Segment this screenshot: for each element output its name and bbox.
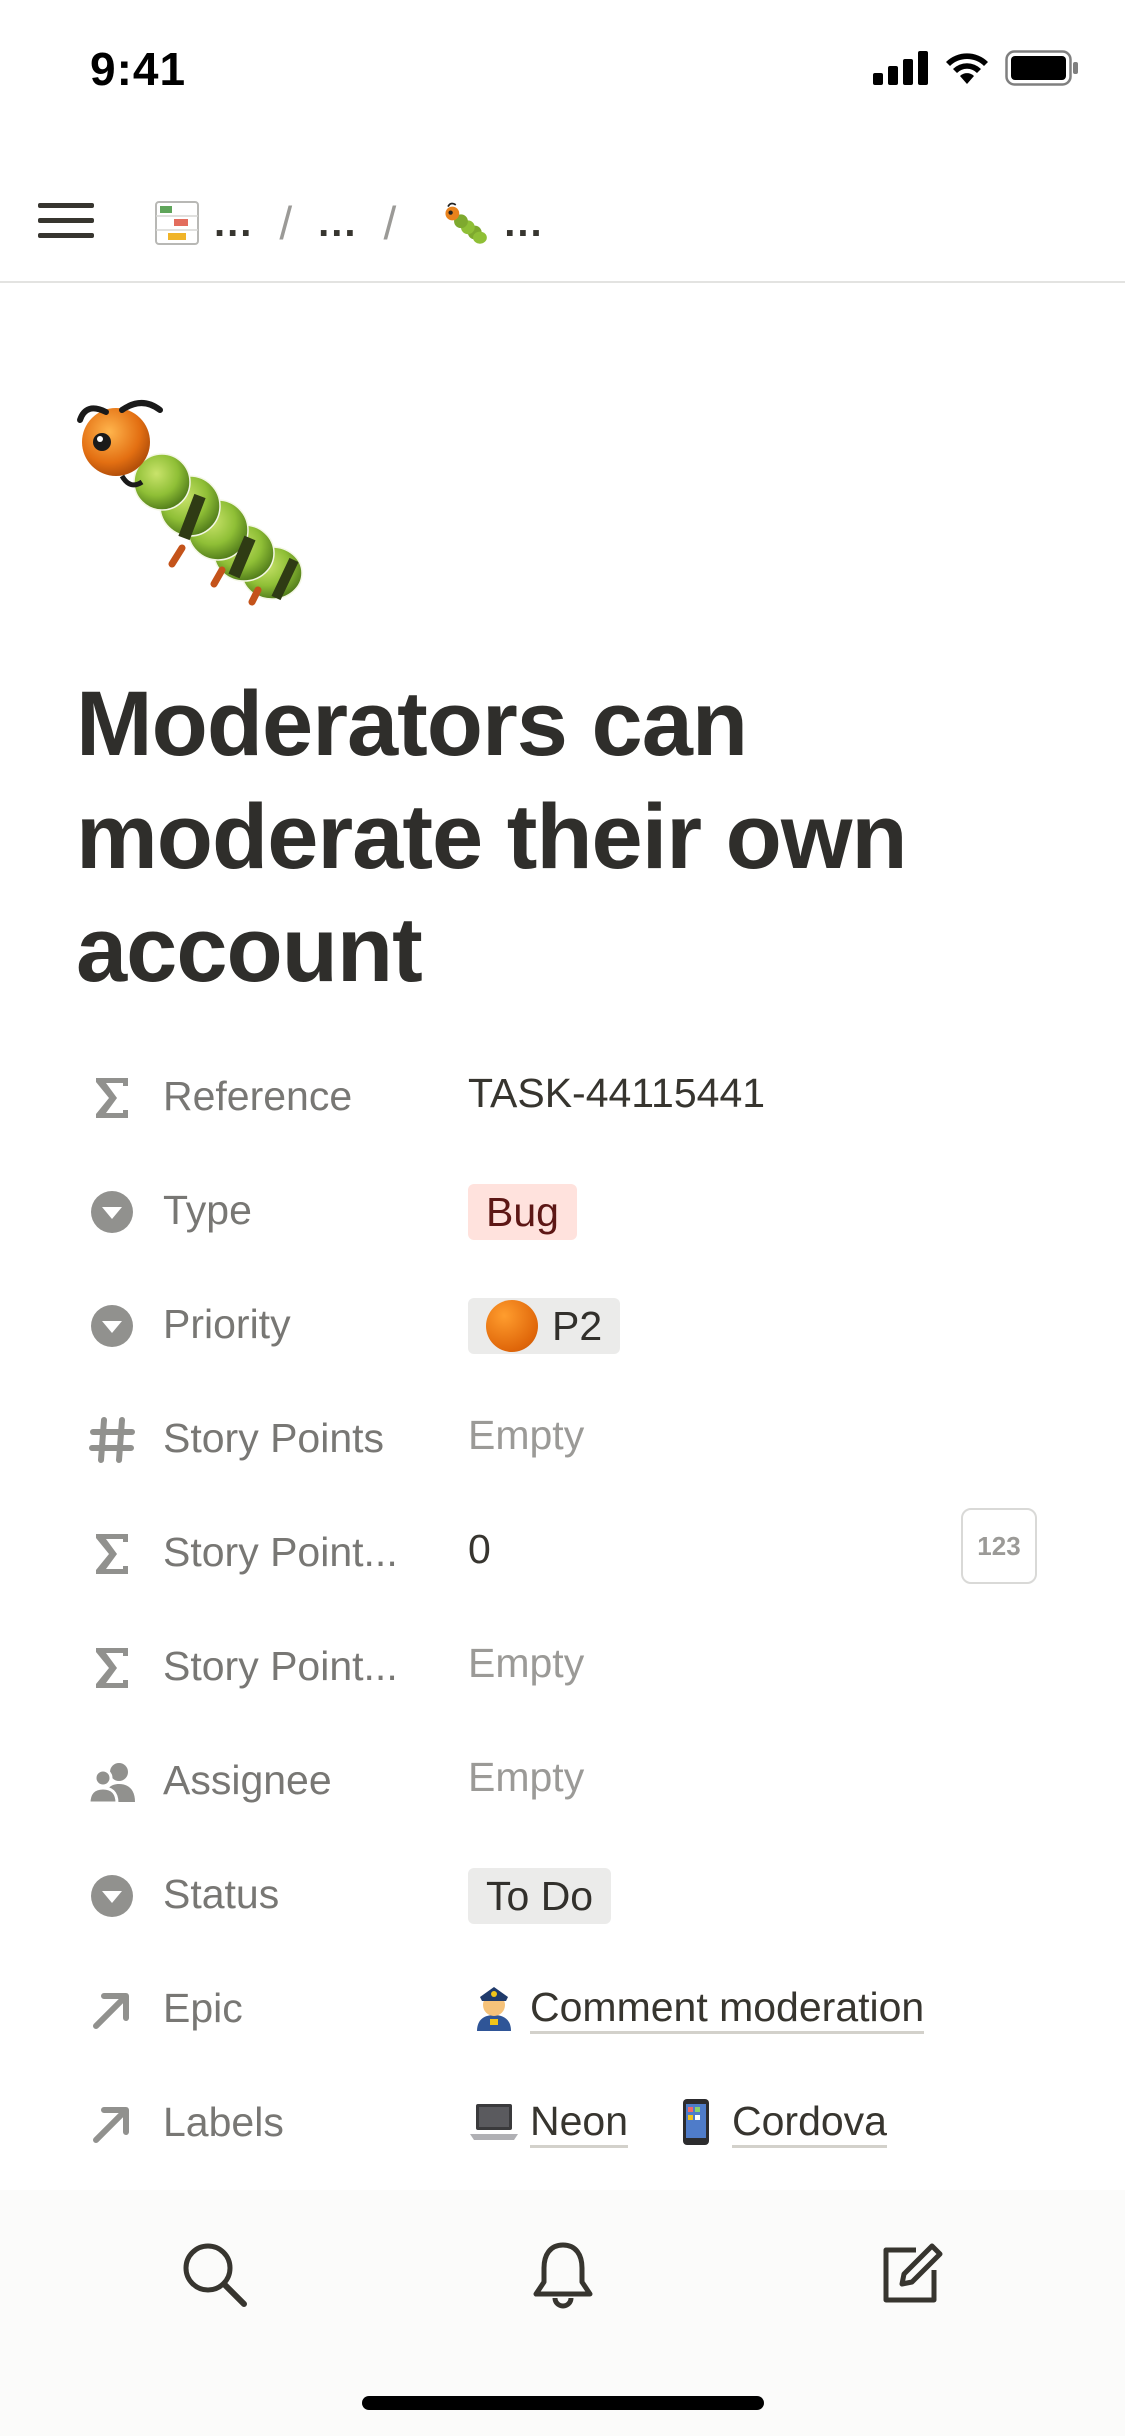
breadcrumb-separator: /	[383, 197, 397, 249]
property-label: Status	[163, 1871, 280, 1917]
type-tag[interactable]: Bug	[468, 1184, 577, 1240]
relation-arrow-icon	[86, 2098, 138, 2150]
property-type[interactable]: Type Bug	[0, 1154, 1125, 1268]
sigma-icon	[86, 1642, 138, 1694]
breadcrumb-item[interactable]: ...	[504, 201, 543, 246]
property-label: Type	[163, 1187, 252, 1233]
priority-tag[interactable]: P2	[468, 1298, 621, 1354]
property-label: Epic	[163, 1985, 243, 2031]
property-reference[interactable]: Reference TASK-44115441	[0, 1040, 1125, 1154]
property-value: Bug	[468, 1184, 577, 1240]
select-icon	[86, 1186, 138, 1238]
page-icon-caterpillar[interactable]	[72, 398, 312, 618]
property-value: Empty	[468, 1754, 585, 1800]
status-bar: 9:41	[0, 0, 1125, 140]
property-story-points-rollup-2[interactable]: Story Point... Empty	[0, 1610, 1125, 1724]
status-icons	[873, 50, 1079, 86]
laptop-icon	[468, 2096, 520, 2148]
priority-tag-label: P2	[552, 1302, 603, 1349]
property-epic[interactable]: Epic Comment moderation	[0, 1952, 1125, 2066]
property-label: Story Points	[163, 1415, 385, 1461]
property-label: Reference	[163, 1073, 353, 1119]
number-format-button[interactable]: 123	[961, 1508, 1037, 1584]
sigma-icon	[86, 1072, 138, 1124]
menu-button[interactable]	[38, 193, 94, 249]
property-value: Empty	[468, 1412, 585, 1458]
property-label: Labels	[163, 2099, 284, 2145]
orange-circle-icon	[486, 1300, 538, 1352]
property-labels[interactable]: Labels Neon Cordova	[0, 2066, 1125, 2180]
property-story-points-rollup[interactable]: Story Point... 0 123	[0, 1496, 1125, 1610]
breadcrumb-separator: /	[279, 197, 293, 249]
search-icon	[183, 2243, 247, 2307]
property-label: Story Point...	[163, 1643, 398, 1689]
breadcrumb: ... / ... / ...	[152, 188, 566, 258]
property-value: Comment moderation	[468, 1982, 925, 2034]
status-time: 9:41	[90, 43, 187, 95]
property-priority[interactable]: Priority P2	[0, 1268, 1125, 1382]
notifications-button[interactable]	[518, 2230, 608, 2320]
caterpillar-icon[interactable]	[442, 198, 492, 248]
page-title[interactable]: Moderators can moderate their own accoun…	[76, 668, 1076, 1007]
property-value: Empty	[468, 1640, 585, 1686]
signal-icon	[873, 51, 928, 85]
select-icon	[86, 1300, 138, 1352]
breadcrumb-item[interactable]: ...	[318, 201, 357, 246]
menu-icon-line	[38, 218, 94, 223]
property-value: 0	[468, 1526, 491, 1572]
wifi-icon	[946, 53, 988, 84]
property-label: Assignee	[163, 1757, 332, 1803]
breadcrumb-item[interactable]: ...	[214, 201, 253, 246]
property-value: P2	[468, 1298, 621, 1354]
police-officer-icon	[468, 1982, 520, 2034]
property-status[interactable]: Status To Do	[0, 1838, 1125, 1952]
label-link[interactable]: Cordova	[732, 2097, 887, 2148]
battery-icon	[1005, 50, 1078, 86]
property-value: TASK-44115441	[468, 1070, 766, 1116]
search-button[interactable]	[170, 2230, 260, 2320]
property-label: Priority	[163, 1301, 291, 1347]
label-link[interactable]: Neon	[530, 2097, 629, 2148]
people-icon	[86, 1756, 138, 1808]
home-indicator[interactable]	[362, 2396, 764, 2410]
property-value: To Do	[468, 1868, 612, 1924]
mobile-phone-icon	[670, 2096, 722, 2148]
select-icon	[86, 1870, 138, 1922]
property-value: Neon Cordova	[468, 2096, 887, 2148]
property-assignee[interactable]: Assignee Empty	[0, 1724, 1125, 1838]
top-navigation: ... / ... / ...	[0, 168, 1125, 283]
compose-button[interactable]	[866, 2230, 956, 2320]
relation-arrow-icon	[86, 1984, 138, 2036]
roadmap-icon[interactable]	[152, 198, 202, 248]
menu-icon-line	[38, 203, 94, 208]
property-label: Story Point...	[163, 1529, 398, 1575]
sigma-icon	[86, 1528, 138, 1580]
hash-icon	[86, 1414, 138, 1466]
property-story-points[interactable]: Story Points Empty	[0, 1382, 1125, 1496]
menu-icon-line	[38, 233, 94, 238]
status-tag[interactable]: To Do	[468, 1868, 612, 1924]
epic-link[interactable]: Comment moderation	[530, 1983, 925, 2034]
compose-icon	[883, 2243, 943, 2303]
bell-icon	[533, 2242, 593, 2309]
